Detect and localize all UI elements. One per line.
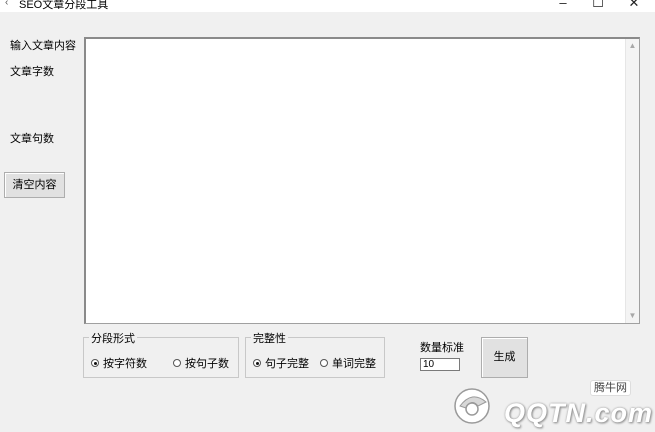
scroll-up-icon[interactable]: ▲: [626, 40, 639, 52]
radio-checked-icon[interactable]: [253, 359, 261, 367]
maximize-button[interactable]: ☐: [578, 0, 618, 11]
watermark-logo-icon: [454, 388, 490, 424]
generate-button[interactable]: 生成: [481, 337, 528, 378]
radio-unchecked-icon[interactable]: [320, 359, 328, 367]
quantity-input[interactable]: 10: [420, 358, 460, 371]
radio-label: 按句子数: [185, 358, 229, 370]
radio-checked-icon[interactable]: [91, 359, 99, 367]
minimize-button[interactable]: –: [543, 0, 583, 11]
radio-by-characters[interactable]: 按字符数: [91, 355, 147, 371]
clear-content-button[interactable]: 清空内容: [4, 172, 65, 198]
scroll-down-icon[interactable]: ▼: [626, 310, 639, 322]
app-icon: ‹: [5, 0, 9, 8]
radio-label: 按字符数: [103, 358, 147, 370]
word-count-label: 文章字数: [10, 66, 54, 78]
radio-word-complete[interactable]: 单词完整: [320, 355, 376, 371]
close-button[interactable]: ✕: [614, 0, 654, 11]
quantity-label: 数量标准: [420, 342, 464, 354]
radio-sentence-complete[interactable]: 句子完整: [253, 355, 309, 371]
input-content-label: 输入文章内容: [10, 40, 76, 52]
sentence-count-label: 文章句数: [10, 133, 54, 145]
completeness-title: 完整性: [251, 330, 288, 346]
radio-label: 单词完整: [332, 358, 376, 370]
window-title: SEO文章分段工具: [19, 0, 109, 11]
watermark-text: QQTN.com: [504, 398, 654, 428]
radio-label: 句子完整: [265, 358, 309, 370]
radio-by-sentences[interactable]: 按句子数: [173, 355, 229, 371]
segment-mode-title: 分段形式: [89, 330, 137, 346]
article-input[interactable]: ▲ ▼: [84, 37, 640, 324]
watermark-badge: 腾牛网: [590, 380, 631, 396]
vertical-scrollbar[interactable]: ▲ ▼: [625, 39, 639, 323]
radio-unchecked-icon[interactable]: [173, 359, 181, 367]
title-bar: ‹ SEO文章分段工具 – ☐ ✕: [0, 0, 655, 12]
